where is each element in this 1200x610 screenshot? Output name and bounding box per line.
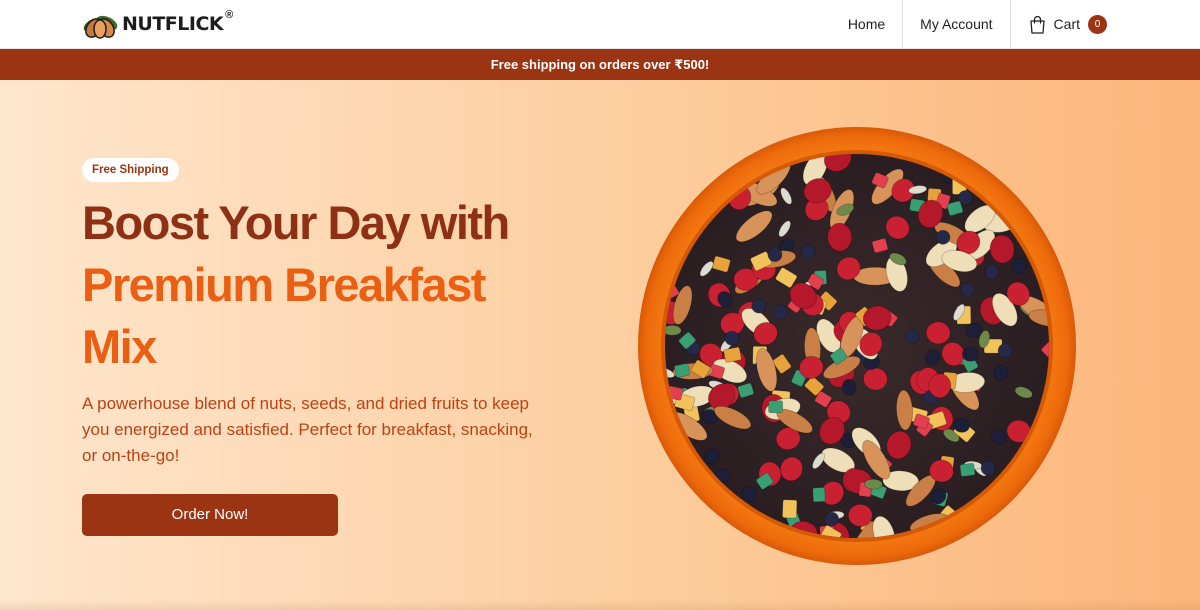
trail-mix-piece (925, 321, 951, 345)
headline-line-2: Premium Breakfast (82, 258, 486, 311)
cart-label: Cart (1053, 16, 1080, 32)
promo-banner: Free shipping on orders over ₹500! (0, 49, 1200, 80)
hero-description: A powerhouse blend of nuts, seeds, and d… (82, 394, 533, 465)
trail-mix-bowl-image (638, 127, 1076, 565)
headline-line-3: Mix (82, 320, 157, 373)
trail-mix-piece (959, 462, 976, 477)
trail-mix-piece (723, 346, 742, 363)
main-nav: Home My Account Cart 0 (831, 0, 1200, 48)
trail-mix-piece (928, 373, 952, 399)
trail-mix-piece (827, 222, 853, 252)
brand-name: NUTFLICK (122, 13, 224, 35)
headline-line-1: Boost Your Day with (82, 196, 510, 249)
free-shipping-badge: Free Shipping (82, 158, 179, 182)
shopping-bag-icon (1029, 15, 1045, 34)
trail-mix-piece (812, 487, 826, 503)
cart-count-badge: 0 (1088, 14, 1107, 34)
brand-logo[interactable]: NUTFLICK ® (82, 9, 233, 39)
trail-mix-piece (782, 499, 798, 519)
site-header: NUTFLICK ® Home My Account Cart 0 (0, 0, 1200, 49)
trail-mix-piece (962, 346, 979, 362)
trail-mix-piece (864, 478, 883, 490)
trail-mix-piece (841, 378, 857, 396)
almond-leaves-logo-icon (83, 15, 118, 39)
trail-mix-piece (847, 503, 873, 527)
order-now-button[interactable]: Order Now! (82, 494, 338, 536)
trail-mix-piece (768, 400, 784, 414)
registered-mark: ® (225, 9, 234, 21)
hero-headline: Boost Your Day with Premium Breakfast Mi… (82, 192, 602, 378)
hero-section: Free Shipping Boost Your Day with Premiu… (0, 80, 1200, 610)
trail-mix-piece (673, 363, 691, 378)
nav-home-link[interactable]: Home (831, 0, 902, 48)
nav-cart-link[interactable]: Cart 0 (1011, 0, 1200, 48)
nav-my-account-link[interactable]: My Account (903, 0, 1009, 48)
